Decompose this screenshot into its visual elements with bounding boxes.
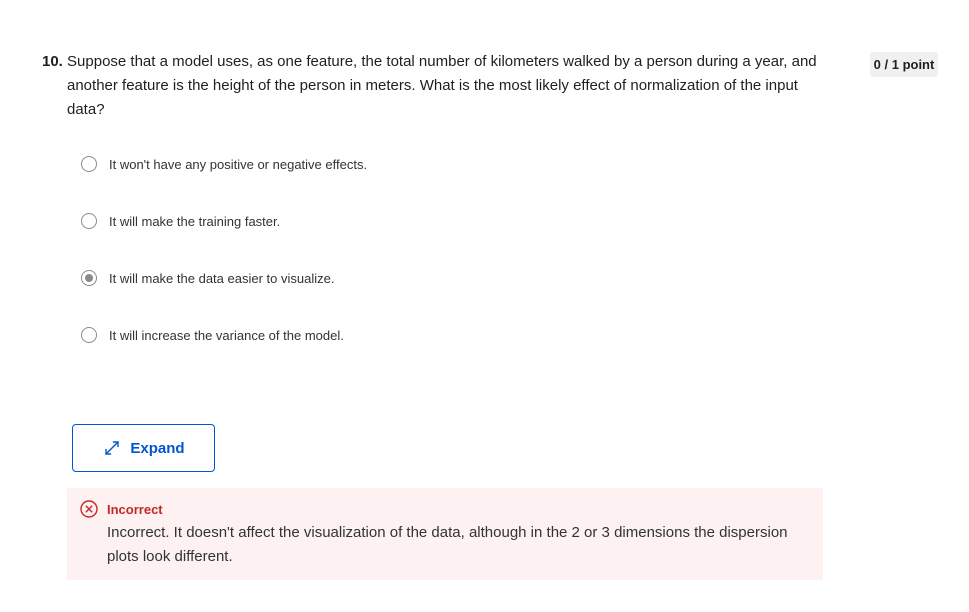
radio-button[interactable] [81, 327, 97, 343]
option-label: It will make the data easier to visualiz… [109, 270, 335, 286]
option-label: It won't have any positive or negative e… [109, 156, 368, 172]
feedback-message: Incorrect. It doesn't affect the visuali… [107, 524, 788, 565]
option-4[interactable]: It will increase the variance of the mod… [81, 323, 781, 347]
expand-arrows-icon [105, 441, 120, 455]
question-body: 10. Suppose that a model uses, as one fe… [42, 50, 832, 122]
answer-options: It won't have any positive or negative e… [81, 152, 781, 380]
option-3[interactable]: It will make the data easier to visualiz… [81, 266, 781, 290]
feedback-header: Incorrect [80, 500, 163, 518]
radio-button[interactable] [81, 156, 97, 172]
question-text: Suppose that a model uses, as one featur… [67, 53, 817, 118]
feedback-status: Incorrect [107, 501, 163, 517]
option-label: It will increase the variance of the mod… [109, 327, 344, 343]
x-circle-icon [80, 500, 98, 518]
feedback-panel: Incorrect Incorrect. It doesn't affect t… [67, 488, 823, 580]
option-2[interactable]: It will make the training faster. [81, 209, 781, 233]
score-badge: 0 / 1 point [870, 52, 938, 77]
question: 10. Suppose that a model uses, as one fe… [42, 50, 832, 122]
option-label: It will make the training faster. [109, 213, 281, 229]
radio-button-selected[interactable] [81, 270, 97, 286]
expand-button-label: Expand [130, 439, 185, 457]
option-1[interactable]: It won't have any positive or negative e… [81, 152, 781, 176]
question-number: 10. [42, 53, 63, 70]
expand-button[interactable]: Expand [72, 424, 215, 472]
radio-button[interactable] [81, 213, 97, 229]
